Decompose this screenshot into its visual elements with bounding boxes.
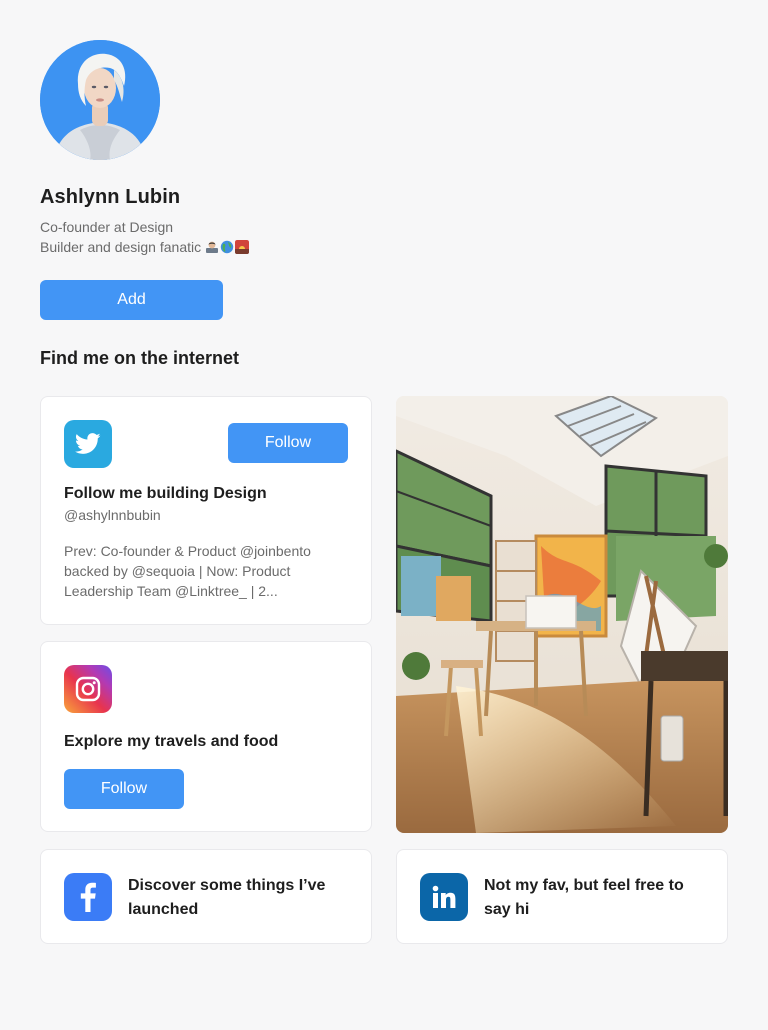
linkedin-icon <box>420 873 468 921</box>
twitter-handle: @ashylnnbubin <box>64 507 161 523</box>
add-button[interactable]: Add <box>40 280 223 320</box>
bio-line-2: Builder and design fanatic <box>40 237 250 257</box>
section-title: Find me on the internet <box>40 348 240 368</box>
twitter-card-title: Follow me building Design <box>64 485 267 502</box>
twitter-follow-button[interactable]: Follow <box>228 423 348 463</box>
sunrise-emoji-icon <box>235 240 249 254</box>
studio-photo <box>396 396 728 833</box>
twitter-desc-line-2: backed by @sequoia | Now: Product <box>64 563 291 579</box>
linkedin-card[interactable]: Not my fav, but feel free to say hi <box>396 849 728 944</box>
bio-line-2-text: Builder and design fanatic <box>40 239 202 255</box>
technologist-emoji-icon <box>206 241 218 253</box>
facebook-card[interactable]: Discover some things I’ve launched <box>40 849 372 944</box>
globe-emoji-icon <box>220 240 234 254</box>
instagram-card-title: Explore my travels and food <box>64 733 279 750</box>
profile-name: Ashlynn Lubin <box>40 186 181 208</box>
profile-avatar <box>40 40 160 160</box>
bio-line-1: Co-founder at Design <box>40 219 174 235</box>
twitter-desc-line-1: Prev: Co-founder & Product @joinbento <box>64 543 311 559</box>
twitter-description: Prev: Co-founder & Product @joinbento ba… <box>64 541 311 601</box>
facebook-card-text: Discover some things I’ve launched <box>128 874 325 922</box>
facebook-text-line-2: launched <box>128 901 199 918</box>
linkedin-text-line-2: say hi <box>484 901 530 918</box>
instagram-follow-button[interactable]: Follow <box>64 769 184 809</box>
facebook-icon <box>64 873 112 921</box>
twitter-card[interactable]: Follow Follow me building Design @ashyln… <box>40 396 372 625</box>
profile-bio: Co-founder at Design Builder and design … <box>40 217 250 257</box>
instagram-icon <box>64 665 112 713</box>
facebook-text-line-1: Discover some things I’ve <box>128 877 326 894</box>
instagram-card[interactable]: Explore my travels and food Follow <box>40 641 372 832</box>
twitter-icon <box>64 420 112 468</box>
linkedin-card-text: Not my fav, but feel free to say hi <box>484 874 684 922</box>
twitter-desc-line-3: Leadership Team @Linktree_ | 2... <box>64 583 278 599</box>
linkedin-text-line-1: Not my fav, but feel free to <box>484 877 684 894</box>
